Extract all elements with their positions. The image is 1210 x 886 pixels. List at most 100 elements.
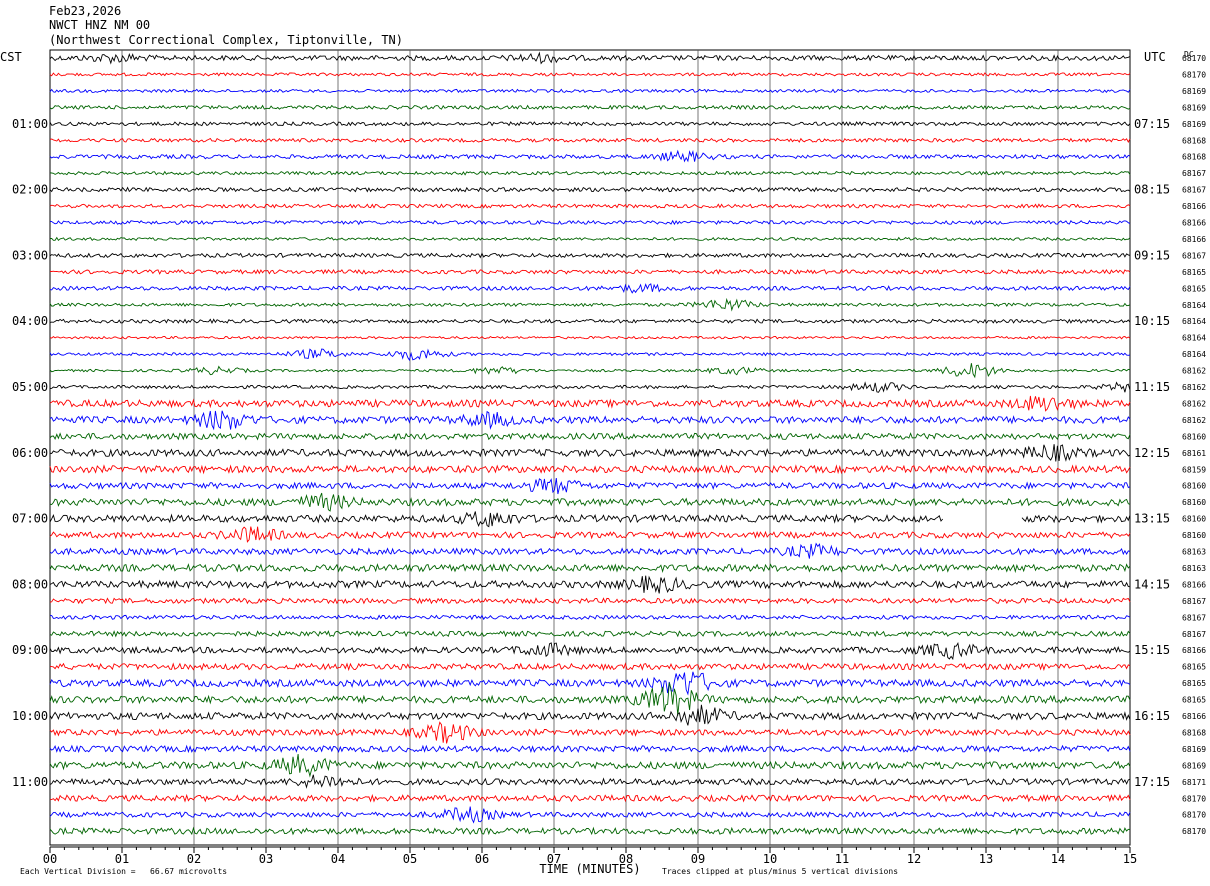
left-hour-label: 09:00: [12, 643, 48, 657]
seismic-trace: [49, 137, 1131, 143]
seismic-trace: [49, 682, 1131, 716]
dc-value-label: 68164: [1182, 317, 1206, 326]
dc-value-label: 68160: [1182, 498, 1206, 507]
dc-value-label: 68168: [1182, 136, 1206, 145]
seismic-trace: [49, 704, 1131, 726]
seismic-trace: [49, 444, 1131, 462]
dc-value-label: 68167: [1182, 251, 1206, 260]
x-tick-label: 00: [43, 852, 57, 866]
x-tick-label: 12: [907, 852, 921, 866]
plot-frame: [49, 49, 1131, 846]
right-hour-label: 07:15: [1134, 117, 1170, 131]
seismic-trace: [49, 348, 1131, 362]
seismic-trace: [49, 121, 1131, 127]
dc-value-label: 68167: [1182, 613, 1206, 622]
seismic-trace: [49, 774, 1131, 789]
seismic-trace: [49, 642, 1131, 661]
x-tick-label: 05: [403, 852, 417, 866]
dc-value-label: 68166: [1182, 202, 1206, 211]
x-tick-label: 03: [259, 852, 273, 866]
dc-value-label: 68165: [1182, 679, 1206, 688]
right-hour-label: 16:15: [1134, 709, 1170, 723]
dc-value-label: 68165: [1182, 696, 1206, 705]
dc-values: 68170 68170 68169 68169 68169 68168 68168 68167…: [1182, 54, 1206, 836]
dc-value-label: 68161: [1182, 449, 1206, 458]
dc-value-label: 68169: [1182, 745, 1206, 754]
x-tick-label: 15: [1123, 852, 1137, 866]
left-timezone-label: CST: [0, 50, 22, 64]
dc-value-label: 68171: [1182, 778, 1206, 787]
dc-value-label: 68169: [1182, 103, 1206, 112]
seismic-trace: [49, 721, 1131, 744]
seismic-trace: [49, 754, 1131, 778]
minute-gridlines: [49, 49, 1131, 846]
right-hour-label: 13:15: [1134, 512, 1170, 526]
dc-value-label: 68170: [1182, 811, 1206, 820]
left-hour-label: 04:00: [12, 314, 48, 328]
seismic-trace: [49, 149, 1131, 163]
dc-value-label: 68170: [1182, 70, 1206, 79]
seismic-trace: [49, 219, 1131, 226]
seismic-trace: [49, 297, 1131, 312]
dc-value-label: 68167: [1182, 597, 1206, 606]
left-hour-label: 06:00: [12, 446, 48, 460]
x-axis-title: TIME (MINUTES): [539, 862, 640, 876]
left-hour-label: 03:00: [12, 248, 48, 262]
dc-value-label: 68165: [1182, 284, 1206, 293]
dc-value-label: 68170: [1182, 794, 1206, 803]
right-hour-label: 08:15: [1134, 183, 1170, 197]
x-tick-label: 02: [187, 852, 201, 866]
left-hour-label: 05:00: [12, 380, 48, 394]
dc-value-label: 68160: [1182, 531, 1206, 540]
seismic-trace: [49, 793, 1131, 803]
seismic-trace: [49, 478, 1131, 495]
seismic-trace: [49, 542, 1131, 559]
seismic-trace: [49, 597, 1131, 605]
dc-value-label: 68166: [1182, 235, 1206, 244]
seismic-trace: [49, 335, 1131, 340]
clip-note: Traces clipped at plus/minus 5 vertical …: [662, 867, 899, 876]
x-tick-label: 01: [115, 852, 129, 866]
dc-value-label: 68166: [1182, 580, 1206, 589]
right-hour-label: 17:15: [1134, 775, 1170, 789]
dc-value-label: 68164: [1182, 334, 1206, 343]
seismic-trace: [49, 410, 1131, 431]
x-tick-label: 13: [979, 852, 993, 866]
dc-value-label: 68162: [1182, 416, 1206, 425]
seismic-trace: [49, 51, 1131, 65]
seismic-trace: [49, 630, 1131, 638]
seismic-trace: [49, 283, 1131, 294]
dc-value-label: 68169: [1182, 120, 1206, 129]
right-hour-label: 15:15: [1134, 643, 1170, 657]
dc-value-label: 68170: [1182, 827, 1206, 836]
x-tick-label: 11: [835, 852, 849, 866]
dc-value-label: 68167: [1182, 186, 1206, 195]
seismic-trace: [49, 563, 1131, 574]
dc-value-label: 68162: [1182, 383, 1206, 392]
x-tick-label: 06: [475, 852, 489, 866]
left-hour-label: 01:00: [12, 117, 48, 131]
seismic-trace: [49, 744, 1131, 754]
dc-value-label: 68159: [1182, 465, 1206, 474]
x-tick-label: 09: [691, 852, 705, 866]
right-hour-label: 12:15: [1134, 446, 1170, 460]
seismic-trace: [49, 88, 1131, 94]
dc-value-label: 68164: [1182, 350, 1206, 359]
seismic-trace: [49, 395, 1131, 412]
dc-value-label: 68165: [1182, 268, 1206, 277]
dc-value-label: 68167: [1182, 630, 1206, 639]
right-hour-label: 09:15: [1134, 248, 1170, 262]
dc-value-label: 68167: [1182, 169, 1206, 178]
right-hour-label: 14:15: [1134, 577, 1170, 591]
dc-value-label: 68169: [1182, 761, 1206, 770]
right-hour-label: 10:15: [1134, 314, 1170, 328]
seismic-trace: [49, 432, 1131, 441]
x-tick-label: 04: [331, 852, 345, 866]
seismic-trace: [49, 318, 1131, 325]
location-title: (Northwest Correctional Complex, Tiptonv…: [49, 33, 404, 47]
seismic-trace: [49, 806, 1131, 824]
seismic-trace: [49, 526, 1131, 543]
seismic-trace: [49, 268, 1131, 275]
right-timezone-label: UTC: [1144, 50, 1166, 64]
dc-header-label: DC: [1184, 50, 1194, 59]
